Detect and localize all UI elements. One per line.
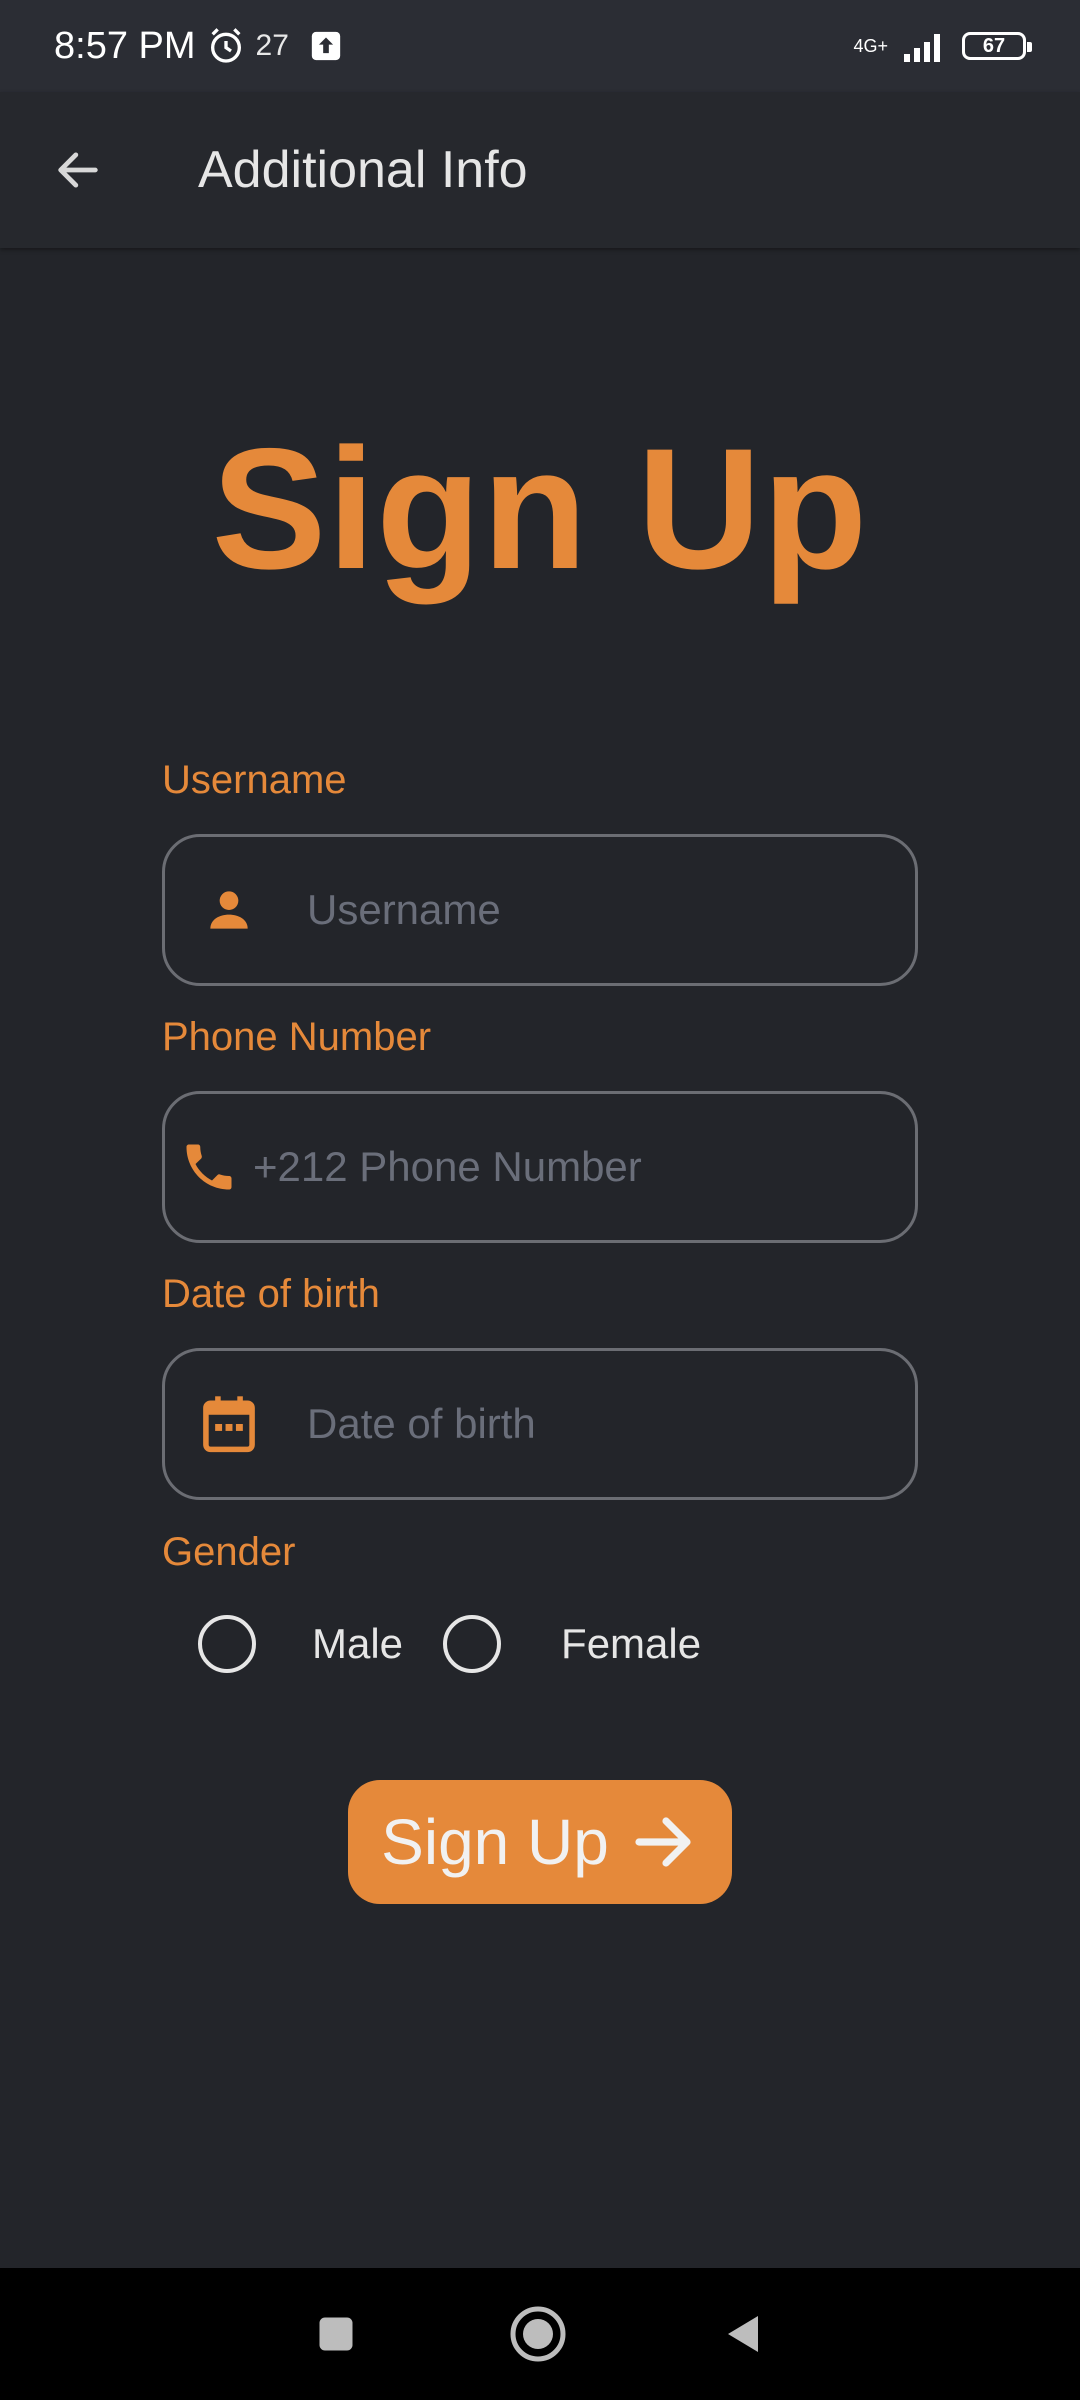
gender-radio-group: Male Female: [198, 1615, 701, 1673]
arrow-left-icon: [58, 152, 98, 188]
battery-level: 67: [982, 34, 1006, 57]
recents-icon[interactable]: [314, 2312, 358, 2356]
dob-field[interactable]: Date of birth: [162, 1348, 918, 1500]
upload-icon: [311, 31, 341, 61]
alarm-icon: [210, 28, 241, 63]
home-icon[interactable]: [508, 2304, 568, 2364]
status-right: 4G+ 67: [853, 30, 1032, 62]
status-left: 8:57 PM 27: [54, 25, 343, 68]
person-icon: [201, 882, 257, 938]
phone-placeholder: Phone Number: [359, 1143, 642, 1190]
radio-female-label[interactable]: Female: [561, 1620, 701, 1668]
phone-field[interactable]: +212 Phone Number: [162, 1091, 918, 1243]
sign-up-button-label: Sign Up: [381, 1806, 609, 1878]
dob-label: Date of birth: [162, 1272, 380, 1316]
page-title: Sign Up: [211, 413, 869, 605]
arrow-right-icon: [635, 1817, 691, 1867]
username-placeholder: Username: [307, 886, 501, 933]
status-temperature: 27: [255, 29, 289, 62]
radio-male-label[interactable]: Male: [312, 1620, 403, 1668]
gender-label: Gender: [162, 1530, 296, 1574]
status-bar: 8:57 PM 27 4G+ 67: [0, 0, 1080, 92]
calendar-icon: [201, 1394, 257, 1454]
username-label: Username: [162, 758, 347, 802]
dob-placeholder: Date of birth: [307, 1400, 536, 1447]
battery-icon: 67: [962, 32, 1032, 60]
radio-female[interactable]: [443, 1615, 502, 1673]
username-field[interactable]: Username: [162, 834, 918, 986]
app-bar: Additional Info: [0, 92, 1080, 248]
system-nav-bar: [0, 2268, 1080, 2400]
sign-up-button[interactable]: Sign Up: [348, 1780, 732, 1904]
radio-male[interactable]: [198, 1615, 256, 1673]
app-title: Additional Info: [198, 141, 528, 199]
phone-prefix: +212 Phone Number: [253, 1143, 642, 1191]
phone-country-code: +212: [253, 1143, 348, 1190]
status-time: 8:57 PM: [54, 24, 196, 67]
signal-icon: [904, 34, 940, 62]
phone-icon: [179, 1137, 239, 1197]
phone-label: Phone Number: [162, 1015, 432, 1059]
back-nav-icon[interactable]: [718, 2310, 766, 2358]
network-type: 4G+: [853, 35, 888, 56]
back-button[interactable]: [28, 120, 128, 220]
